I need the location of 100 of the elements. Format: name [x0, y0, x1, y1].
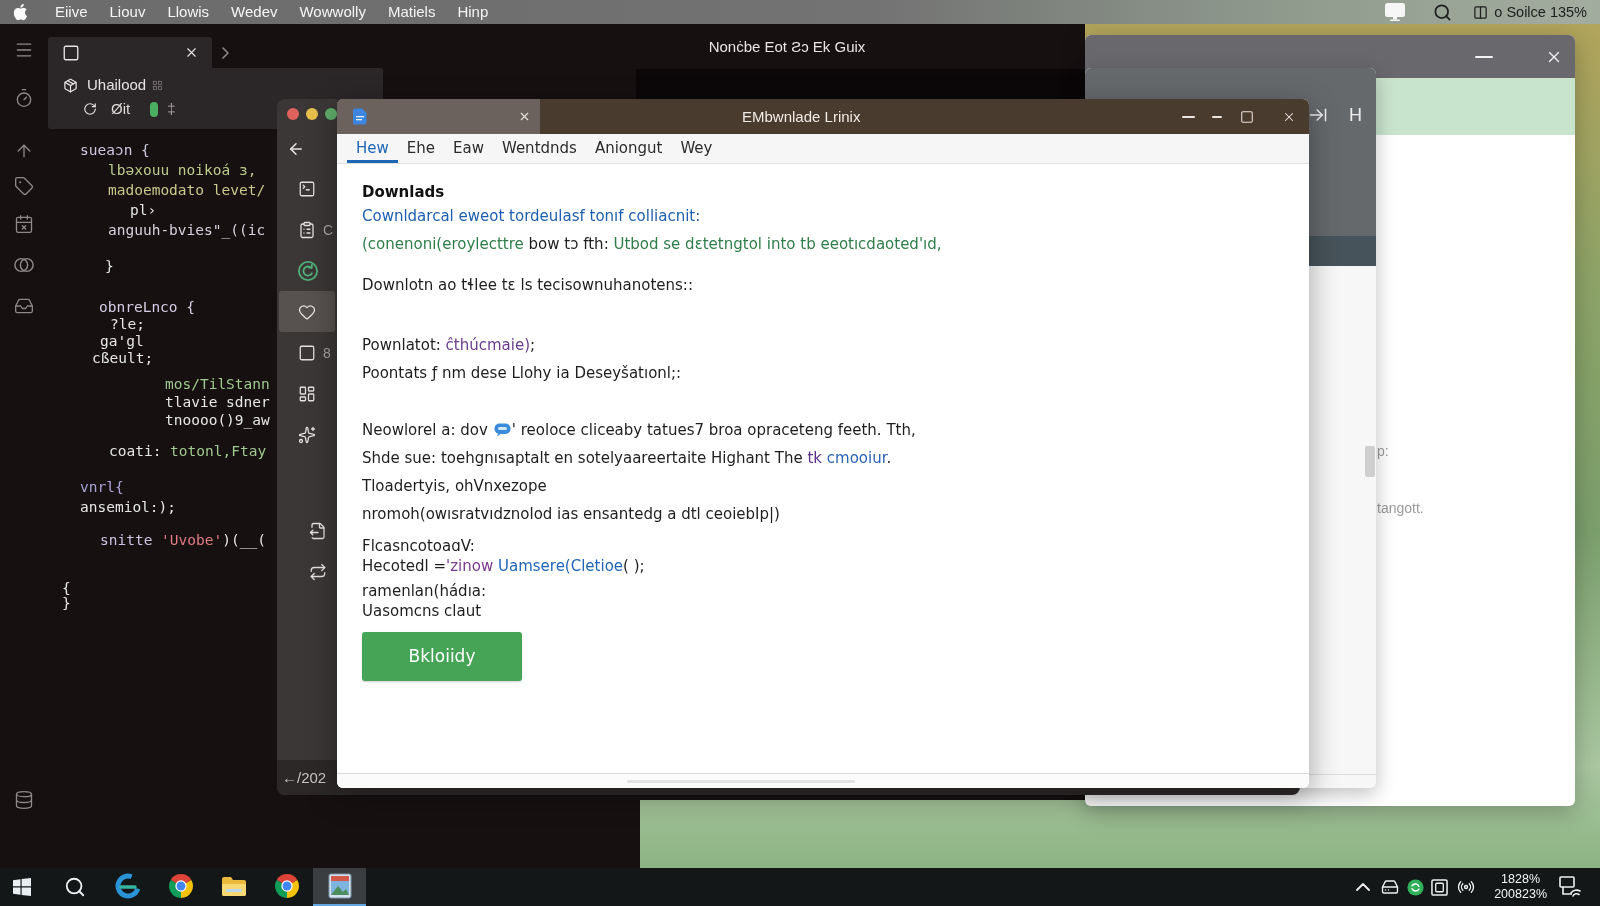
- chevron-up-icon[interactable]: [1356, 883, 1371, 891]
- taskbar-app[interactable]: [313, 868, 366, 906]
- code-line: madoemodato levet/: [108, 181, 266, 200]
- text-fragment: p:: [1377, 442, 1389, 460]
- square-icon: [298, 343, 316, 362]
- menu-item[interactable]: Eiive: [55, 2, 88, 22]
- menu-item[interactable]: Matiels: [387, 2, 436, 22]
- toolbar-glyph[interactable]: H: [1349, 105, 1362, 125]
- text-line: Cownldarcal eweot tordeulasf tonıf colliacnit:: [362, 206, 701, 227]
- text-line: Poontats ƒ nm dese Llohy ia Deseyšatıonl;:: [362, 363, 682, 384]
- clipboard-icon: [298, 220, 316, 239]
- menu-item[interactable]: Wowwolly: [299, 2, 366, 22]
- code-line: ?le;: [110, 316, 145, 333]
- code-line: ga'gl: [100, 333, 144, 350]
- picture-app-icon: [327, 873, 352, 899]
- text-line: nromoh(owısratvıdznolod ias ensantedg a dtl ceoiebIp|): [362, 504, 780, 525]
- window-title: Nonċbe Eot Ƨɔ Ek Guix: [708, 37, 866, 56]
- heading: Downlads: [362, 182, 445, 202]
- chat-bubble-icon: [493, 423, 511, 437]
- repeat-icon: [309, 562, 327, 581]
- search-icon[interactable]: [63, 876, 86, 898]
- code-line: obnreLnco {: [99, 299, 196, 316]
- code-line: ansemiol:);: [80, 498, 177, 517]
- text-line: Shde sue: toehgnısaptalt en sotelyaareertaite Highant The tk cmooiur.: [362, 448, 892, 469]
- file-export-icon: [309, 521, 327, 540]
- primary-button[interactable]: Bkloiidy: [362, 632, 522, 681]
- search-icon[interactable]: [1433, 2, 1453, 22]
- tab[interactable]: Eaw: [444, 134, 493, 163]
- clock-time: 1828%: [1501, 872, 1541, 887]
- tab[interactable]: Wentdnds: [492, 134, 586, 163]
- text-line: Tloadertyis, ohVnxezope: [362, 476, 547, 497]
- broadcast-icon[interactable]: [1457, 878, 1476, 896]
- square-icon: [62, 43, 80, 62]
- menu-item[interactable]: Hinp: [457, 2, 489, 22]
- refresh-icon[interactable]: [83, 102, 97, 116]
- dash-icon: [1212, 115, 1222, 118]
- sidebar-item[interactable]: C: [279, 209, 335, 250]
- text-fragment: tangott.: [1377, 499, 1424, 517]
- code-line: }: [62, 596, 71, 611]
- overlapping-circles-icon[interactable]: [14, 255, 34, 275]
- text-line: Pownlatot: ĉthúcmaie);: [362, 335, 536, 356]
- maximize-icon: [1240, 109, 1254, 124]
- clock-date: 200823%: [1494, 887, 1547, 902]
- code-line: mos/TilStann: [165, 375, 270, 393]
- refresh-circle-icon: [298, 260, 318, 281]
- editor-tab[interactable]: [48, 37, 212, 68]
- timer-icon[interactable]: [14, 88, 34, 108]
- folder-icon: [219, 874, 248, 898]
- start-icon[interactable]: [13, 878, 31, 896]
- tag-icon[interactable]: [14, 176, 34, 196]
- scrollbar[interactable]: [1365, 446, 1375, 477]
- code-line: {: [62, 581, 71, 596]
- notification-icon[interactable]: [1558, 875, 1582, 899]
- menu-item[interactable]: Llowis: [167, 2, 210, 22]
- code-line: sueaɔn {: [80, 141, 150, 160]
- text-fragment: ' reoloce cliceaby tatues7 broa opraceteng feeth. Tth,: [511, 420, 916, 441]
- document-icon: [353, 108, 367, 125]
- browser-swirl-icon: [114, 873, 141, 899]
- sidebar-item[interactable]: [279, 291, 335, 332]
- tab[interactable]: Hew: [347, 134, 398, 163]
- tab[interactable]: Ehe: [397, 134, 444, 163]
- heart-icon: [298, 302, 316, 321]
- footer-text: ←/202: [282, 768, 327, 787]
- split-view-icon[interactable]: [1473, 4, 1489, 20]
- grid-icon: [152, 79, 164, 91]
- panel-title: Uhailood: [87, 76, 147, 94]
- status-pill-icon: [150, 101, 159, 117]
- tab[interactable]: Wey: [671, 134, 722, 163]
- code-line: tlavie sdner: [165, 393, 270, 411]
- code-line: coati: totonl,Ftay: [109, 442, 267, 461]
- framed-square-icon[interactable]: [1431, 878, 1449, 896]
- code-line: pl›: [130, 201, 157, 220]
- branch-label: Øit: [111, 100, 131, 118]
- text-line: Uasomcns claut: [362, 601, 482, 621]
- code-line: anguuh-bvies"_((ic: [108, 221, 266, 240]
- calendar-icon[interactable]: [14, 214, 34, 234]
- code-line: vnrl{: [80, 478, 124, 497]
- layout-icon: [298, 384, 316, 403]
- marker-text: ‡: [167, 100, 176, 118]
- tab[interactable]: Aniongut: [585, 134, 672, 163]
- status-text: o Soilce 135%: [1494, 3, 1587, 21]
- tray-icon[interactable]: [14, 296, 34, 316]
- window-title: EMbwnlade Lrinix: [742, 107, 861, 126]
- chevron-right-icon[interactable]: [222, 46, 229, 59]
- code-line: tnoooo()9_aw: [165, 411, 270, 429]
- menu-item[interactable]: Wedev: [231, 2, 278, 22]
- text-line: ramenlan(hádıa:: [362, 581, 487, 601]
- apple-icon[interactable]: [13, 2, 29, 22]
- menu-item[interactable]: Liouv: [109, 2, 146, 22]
- drive-icon[interactable]: [1381, 878, 1400, 896]
- database-icon[interactable]: [14, 790, 34, 810]
- close-icon[interactable]: [184, 45, 199, 60]
- package-icon: [63, 77, 78, 93]
- minimize-icon: [1182, 115, 1195, 118]
- code-line: cßeult;: [92, 350, 154, 367]
- code-line: snitte 'Uvobe')(__(: [100, 531, 266, 550]
- minimize-icon[interactable]: [1475, 55, 1493, 58]
- sync-circle-icon[interactable]: [1407, 878, 1425, 896]
- arrow-to-line-icon[interactable]: [1308, 105, 1328, 125]
- sidebar-item[interactable]: 8: [279, 332, 335, 373]
